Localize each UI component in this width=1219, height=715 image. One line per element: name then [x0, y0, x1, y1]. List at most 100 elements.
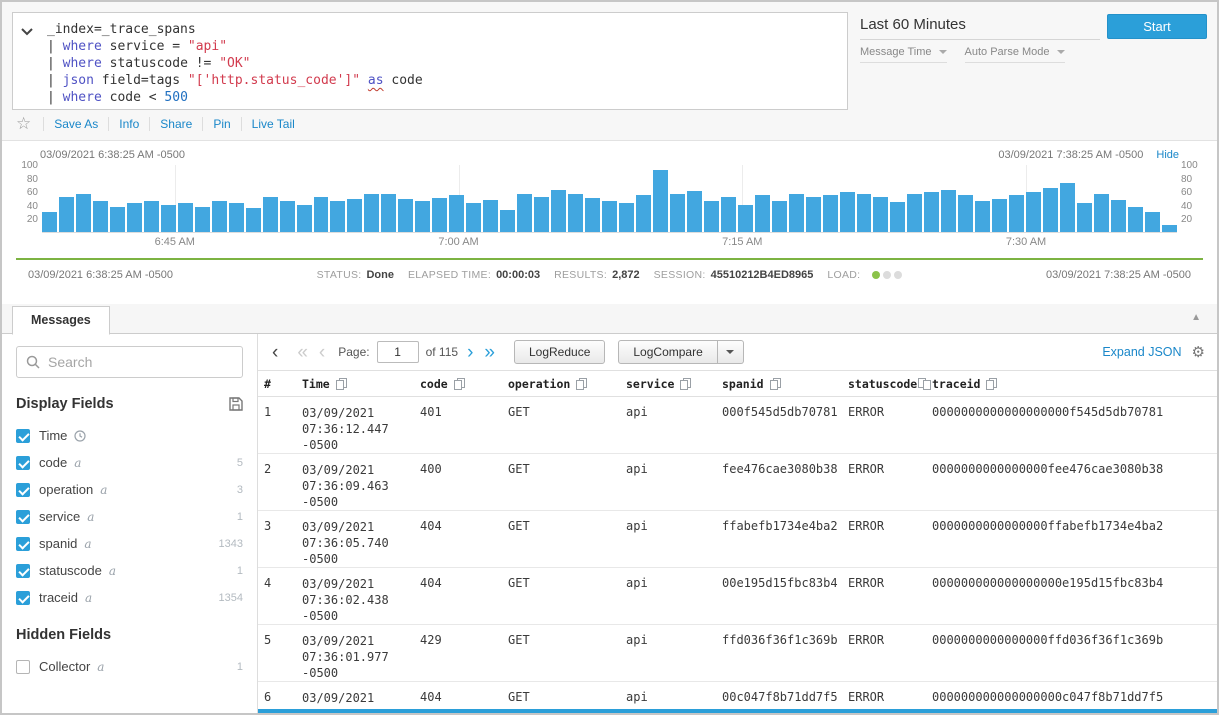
page-number-input[interactable] [377, 341, 419, 363]
histogram-bar[interactable] [772, 201, 787, 232]
table-row[interactable]: 103/09/202107:36:12.447 -0500401GETapi00… [258, 397, 1217, 454]
save-fields-icon[interactable] [229, 397, 243, 411]
histogram-bar[interactable] [789, 194, 804, 232]
histogram-bar[interactable] [890, 202, 905, 232]
histogram-bar[interactable] [1026, 192, 1041, 232]
collapse-panel-icon[interactable]: ▲ [1191, 312, 1201, 323]
histogram-bar[interactable] [806, 197, 821, 233]
field-checkbox[interactable] [16, 660, 30, 674]
histogram-bar[interactable] [263, 197, 278, 233]
histogram-bar[interactable] [704, 201, 719, 232]
copy-icon[interactable] [576, 378, 587, 390]
histogram-bar[interactable] [1077, 203, 1092, 232]
histogram-bar[interactable] [1162, 225, 1177, 232]
histogram-bar[interactable] [398, 199, 413, 233]
query-editor[interactable]: _index=_trace_spans| where service = "ap… [41, 13, 847, 109]
histogram-bar[interactable] [619, 203, 634, 232]
favorite-star-icon[interactable]: ☆ [16, 114, 31, 134]
histogram-bar[interactable] [907, 194, 922, 232]
histogram-bar[interactable] [857, 194, 872, 232]
auto-parse-mode-dropdown[interactable]: Auto Parse Mode [965, 46, 1065, 63]
histogram-bar[interactable] [144, 201, 159, 232]
column-header-traceid[interactable]: traceid [926, 377, 1217, 391]
histogram-bar[interactable] [585, 198, 600, 232]
copy-icon[interactable] [336, 378, 347, 390]
histogram-bar[interactable] [992, 199, 1007, 233]
histogram-bar[interactable] [212, 201, 227, 232]
expand-json-link[interactable]: Expand JSON [1102, 345, 1181, 359]
table-row[interactable]: 203/09/202107:36:09.463 -0500400GETapife… [258, 454, 1217, 511]
histogram-bar[interactable] [93, 201, 108, 232]
last-page-icon[interactable]: » [482, 343, 497, 362]
column-header-num[interactable]: # [258, 377, 296, 391]
histogram-bar[interactable] [42, 212, 57, 232]
horizontal-scrollbar[interactable] [258, 709, 1217, 713]
table-row[interactable]: 503/09/202107:36:01.977 -0500429GETapiff… [258, 625, 1217, 682]
copy-icon[interactable] [986, 378, 997, 390]
info-link[interactable]: Info [108, 117, 149, 131]
histogram-bar[interactable] [127, 203, 142, 232]
histogram-bar[interactable] [551, 190, 566, 232]
field-row-spanid[interactable]: spanida1343 [16, 530, 243, 557]
start-button[interactable]: Start [1107, 14, 1207, 39]
histogram-bar[interactable] [246, 208, 261, 232]
histogram-bar[interactable] [347, 199, 362, 233]
field-checkbox[interactable] [16, 510, 30, 524]
field-row-time[interactable]: Time [16, 422, 243, 449]
histogram-bar[interactable] [975, 201, 990, 232]
save-as-link[interactable]: Save As [43, 117, 108, 131]
field-checkbox[interactable] [16, 483, 30, 497]
column-header-spanid[interactable]: spanid [716, 377, 842, 391]
histogram-bar[interactable] [670, 194, 685, 232]
histogram-bar[interactable] [873, 197, 888, 232]
histogram-bar[interactable] [1111, 200, 1126, 232]
histogram-bar[interactable] [59, 197, 74, 232]
back-arrow-icon[interactable]: ‹ [270, 343, 280, 362]
histogram-bar[interactable] [161, 205, 176, 232]
field-checkbox[interactable] [16, 429, 30, 443]
histogram-bar[interactable] [941, 190, 956, 232]
field-row-code[interactable]: codea5 [16, 449, 243, 476]
field-row-service[interactable]: servicea1 [16, 503, 243, 530]
field-checkbox[interactable] [16, 537, 30, 551]
table-row[interactable]: 303/09/202107:36:05.740 -0500404GETapiff… [258, 511, 1217, 568]
column-header-statuscode[interactable]: statuscode [842, 377, 926, 391]
field-row-collector[interactable]: Collectora1 [16, 653, 243, 680]
histogram-bar[interactable] [449, 195, 464, 232]
histogram-bar[interactable] [1043, 188, 1058, 232]
histogram-bar[interactable] [381, 194, 396, 232]
histogram-bar[interactable] [823, 195, 838, 232]
histogram-bar[interactable] [840, 192, 855, 232]
histogram-bar[interactable] [636, 195, 651, 232]
column-header-code[interactable]: code [414, 377, 502, 391]
histogram-bar[interactable] [1145, 212, 1160, 232]
field-checkbox[interactable] [16, 456, 30, 470]
field-checkbox[interactable] [16, 564, 30, 578]
histogram-bar[interactable] [432, 198, 447, 232]
histogram-bar[interactable] [721, 197, 736, 232]
histogram-bar[interactable] [1128, 207, 1143, 232]
column-header-service[interactable]: service [620, 377, 716, 391]
histogram-bar[interactable] [534, 197, 549, 233]
histogram-bar[interactable] [229, 203, 244, 232]
copy-icon[interactable] [923, 378, 926, 390]
histogram-bar[interactable] [924, 192, 939, 232]
share-link[interactable]: Share [149, 117, 202, 131]
histogram-bar[interactable] [755, 195, 770, 232]
gear-icon[interactable]: ⚙ [1192, 343, 1205, 361]
histogram-bar[interactable] [958, 195, 973, 232]
field-row-statuscode[interactable]: statuscodea1 [16, 557, 243, 584]
table-row[interactable]: 403/09/202107:36:02.438 -0500404GETapi00… [258, 568, 1217, 625]
message-time-dropdown[interactable]: Message Time [860, 46, 947, 63]
logreduce-button[interactable]: LogReduce [514, 340, 605, 364]
histogram-bar[interactable] [1009, 195, 1024, 232]
histogram-bar[interactable] [1060, 183, 1075, 232]
time-range-dropdown[interactable]: Last 60 Minutes [860, 16, 1100, 40]
histogram-bar[interactable] [280, 201, 295, 232]
copy-icon[interactable] [454, 378, 465, 390]
next-page-icon[interactable]: › [465, 343, 475, 362]
histogram-bar[interactable] [314, 197, 329, 232]
histogram-bar[interactable] [466, 203, 481, 232]
prev-page-icon[interactable]: ‹ [317, 343, 327, 362]
field-checkbox[interactable] [16, 591, 30, 605]
